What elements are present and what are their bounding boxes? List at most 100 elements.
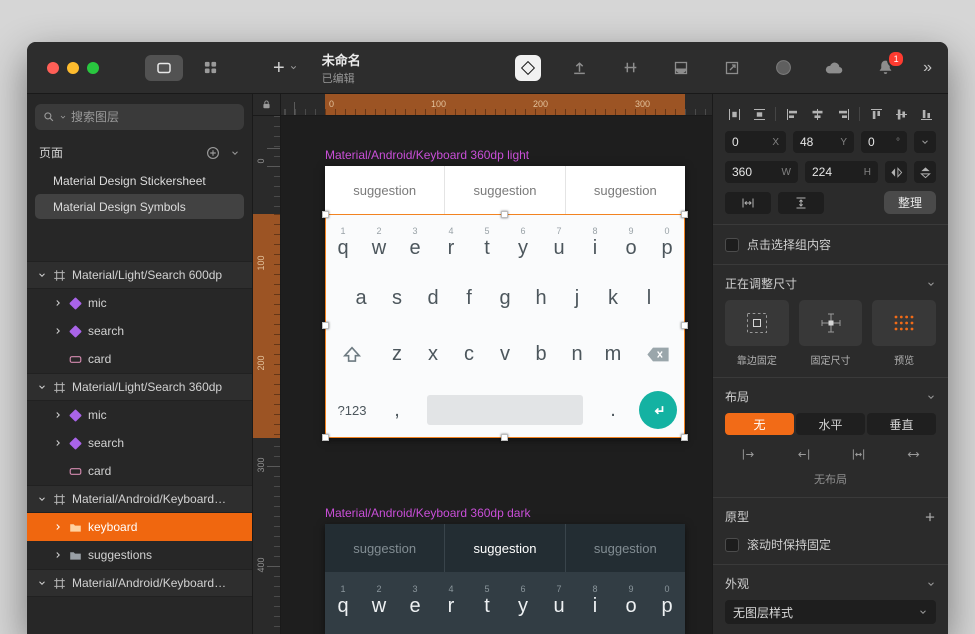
key-letter[interactable]: 0p [649,572,685,628]
x-field[interactable]: 0X [725,131,786,153]
layout-section-header[interactable]: 布局 [725,388,936,405]
layout-none-button[interactable]: 无 [725,413,794,435]
artboard-keyboard-dark[interactable]: suggestionsuggestionsuggestion 1q2w3e4r5… [325,524,685,634]
distribute-icon[interactable] [617,55,643,81]
align-bottom-icon[interactable] [918,105,936,123]
horizontal-resizing-icon[interactable] [725,192,771,214]
chevron-right-icon[interactable] [53,550,63,560]
tidy-button[interactable]: 整理 [884,191,936,214]
vertical-ruler[interactable]: 0 100 200 300 400 [253,116,281,634]
artboard-title-light[interactable]: Material/Android/Keyboard 360dp light [325,148,529,162]
vertical-resizing-icon[interactable] [778,192,824,214]
selection-handle[interactable] [681,322,688,329]
layer-row-shape[interactable]: card [27,457,252,485]
distribute-horizontal-icon[interactable] [725,105,743,123]
cloud-icon[interactable] [821,55,847,81]
selection-handle[interactable] [322,322,329,329]
distribute-vertical-icon[interactable] [750,105,768,123]
key-letter[interactable]: 8i [577,572,613,628]
scale-icon[interactable] [719,55,745,81]
align-middle-vertical-icon[interactable] [893,105,911,123]
prototype-section-header[interactable]: 原型 [725,508,936,525]
layer-row-symbol[interactable]: mic [27,401,252,429]
layer-row-symbol[interactable]: mic [27,289,252,317]
mask-icon[interactable] [668,55,694,81]
layer-row-folder-selected[interactable]: keyboard [27,513,252,541]
add-prototype-icon[interactable] [924,511,936,523]
layer-row-symbol[interactable]: search [27,429,252,457]
chevron-down-icon[interactable] [37,382,47,392]
chevron-right-icon[interactable] [53,326,63,336]
suggestion-item[interactable]: suggestion [325,166,444,214]
close-button[interactable] [47,62,59,74]
align-left-icon[interactable] [784,105,802,123]
rotation-field[interactable]: 0° [861,131,907,153]
key-letter[interactable]: 2w [361,572,397,628]
insert-button[interactable]: + [273,58,298,78]
notifications-icon[interactable]: 1 [872,55,898,81]
layer-row-artboard[interactable]: Material/Android/Keyboard… [27,569,252,597]
suggestion-item[interactable]: suggestion [565,166,685,214]
key-letter[interactable]: 3e [397,572,433,628]
layer-search[interactable] [35,104,244,130]
resize-preview-option[interactable]: 预览 [872,300,936,367]
layer-row-symbol[interactable]: search [27,317,252,345]
preview-icon[interactable] [770,55,796,81]
checkbox[interactable] [725,238,739,252]
chevron-right-icon[interactable] [53,298,63,308]
key-letter[interactable]: 7u [541,572,577,628]
canvas-view-toggle[interactable] [145,55,183,81]
select-group-content-row[interactable]: 点击选择组内容 [725,236,936,253]
selection-handle[interactable] [681,434,688,441]
height-field[interactable]: 224H [805,161,878,183]
chevron-right-icon[interactable] [53,522,63,532]
search-input[interactable] [71,110,236,124]
layer-style-dropdown[interactable]: 无图层样式 [725,600,936,624]
layout-align-end-icon[interactable] [794,445,812,463]
canvas-content[interactable]: Material/Android/Keyboard 360dp light su… [281,116,712,634]
width-field[interactable]: 360W [725,161,798,183]
key-letter[interactable]: 6y [505,572,541,628]
chevron-down-icon[interactable] [37,270,47,280]
appearance-section-header[interactable]: 外观 [725,575,936,592]
layer-row-folder[interactable]: suggestions [27,541,252,569]
layout-space-between-icon[interactable] [849,445,867,463]
chevron-down-icon[interactable] [37,494,47,504]
key-letter[interactable]: 4r [433,572,469,628]
flatten-icon[interactable] [566,55,592,81]
key-letter[interactable]: 5t [469,572,505,628]
layout-align-start-icon[interactable] [739,445,757,463]
selection-handle[interactable] [681,211,688,218]
layout-distribute-icon[interactable] [904,445,922,463]
selection-outline[interactable] [325,214,685,438]
add-page-icon[interactable] [206,146,220,160]
key-letter[interactable]: 9o [613,572,649,628]
ruler-corner[interactable] [253,94,281,116]
page-item[interactable]: Material Design Stickersheet [35,168,244,193]
chevron-down-icon[interactable] [37,578,47,588]
layout-vertical-button[interactable]: 垂直 [867,413,936,435]
fullscreen-button[interactable] [87,62,99,74]
canvas[interactable]: 0 100 200 300 0 100 200 300 400 Material… [253,94,712,634]
layout-horizontal-button[interactable]: 水平 [796,413,865,435]
selection-handle[interactable] [501,211,508,218]
pages-collapse-icon[interactable] [230,148,240,158]
resizing-section-header[interactable]: 正在调整尺寸 [725,275,936,292]
toolbar-overflow-button[interactable]: » [923,55,932,81]
key-letter[interactable]: 1q [325,572,361,628]
checkbox[interactable] [725,538,739,552]
artboard-title-dark[interactable]: Material/Android/Keyboard 360dp dark [325,506,530,520]
selection-handle[interactable] [322,211,329,218]
selection-handle[interactable] [501,434,508,441]
flip-vertical-icon[interactable] [914,161,936,183]
horizontal-ruler[interactable]: 0 100 200 300 [281,94,712,116]
fix-on-scroll-row[interactable]: 滚动时保持固定 [725,536,936,553]
suggestion-item[interactable]: suggestion [325,524,444,572]
layer-row-artboard[interactable]: Material/Light/Search 600dp [27,261,252,289]
components-view-toggle[interactable] [191,55,229,81]
selection-handle[interactable] [322,434,329,441]
suggestion-item[interactable]: suggestion [444,166,564,214]
layer-row-artboard[interactable]: Material/Light/Search 360dp [27,373,252,401]
layer-row-artboard[interactable]: Material/Android/Keyboard… [27,485,252,513]
resize-pin-edges-option[interactable]: 靠边固定 [725,300,789,367]
